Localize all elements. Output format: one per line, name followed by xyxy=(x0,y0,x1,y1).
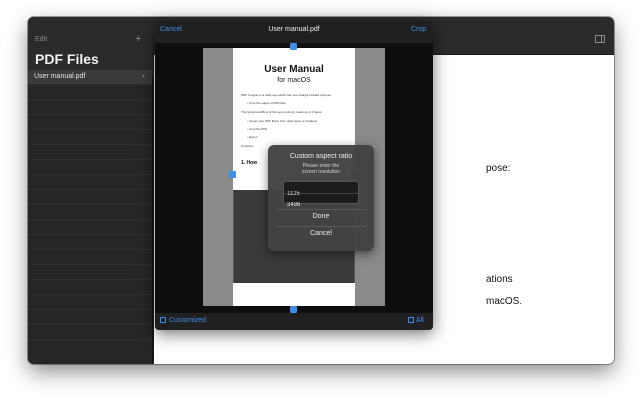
chevron-right-icon: › xyxy=(142,71,145,80)
height-field-wrap xyxy=(284,193,358,211)
sheet-footer: Customized All xyxy=(155,313,433,330)
dialog-message: Please enter the screen resolution xyxy=(268,163,374,175)
sidebar: Edit + PDF Files User manual.pdf › xyxy=(28,17,153,364)
crop-handle-left[interactable] xyxy=(229,171,236,178)
list-item xyxy=(28,145,152,160)
list-item xyxy=(28,325,152,340)
sidebar-item-user-manual[interactable]: User manual.pdf › xyxy=(28,70,152,85)
resolution-fields xyxy=(283,181,359,211)
list-item xyxy=(28,130,152,145)
crop-handle-top[interactable] xyxy=(290,43,297,50)
file-list: User manual.pdf › xyxy=(28,70,152,340)
edit-button[interactable]: Edit xyxy=(35,36,47,43)
sidebar-item-label: User manual.pdf xyxy=(34,73,86,80)
done-button[interactable]: Done xyxy=(268,213,374,220)
list-item xyxy=(28,100,152,115)
dialog-title: Custom aspect ratio xyxy=(289,153,353,160)
sidebar-title: PDF Files xyxy=(35,51,99,67)
list-item xyxy=(28,160,152,175)
add-file-button[interactable]: + xyxy=(135,33,141,45)
pages-icon xyxy=(408,317,414,323)
list-item xyxy=(28,115,152,130)
sheet-header: Cancel User manual.pdf Crop xyxy=(155,21,433,39)
doc-text-fragment: ations xyxy=(486,274,513,285)
list-item xyxy=(28,205,152,220)
list-item xyxy=(28,220,152,235)
list-item xyxy=(28,265,152,280)
sidebar-toggle-icon[interactable] xyxy=(595,35,605,45)
list-item xyxy=(28,85,152,100)
sheet-title: User manual.pdf xyxy=(268,26,320,33)
sidebar-header xyxy=(28,17,153,77)
list-item xyxy=(28,295,152,310)
dialog-divider xyxy=(276,209,366,210)
list-item xyxy=(28,250,152,265)
all-pages-button[interactable]: All xyxy=(408,317,424,324)
list-item xyxy=(28,310,152,325)
doc-text-fragment: macOS. xyxy=(486,296,523,307)
list-item xyxy=(28,175,152,190)
customized-ratio-button[interactable]: Customized xyxy=(160,317,206,324)
customized-label: Customized xyxy=(169,317,206,324)
dialog-divider xyxy=(276,226,366,227)
custom-aspect-ratio-dialog: Custom aspect ratio Please enter the scr… xyxy=(268,145,374,251)
all-label: All xyxy=(416,317,424,324)
list-item xyxy=(28,280,152,295)
dialog-cancel-button[interactable]: Cancel xyxy=(268,230,374,237)
list-item xyxy=(28,190,152,205)
crop-button[interactable]: Crop xyxy=(411,26,426,33)
list-item xyxy=(28,235,152,250)
doc-text-fragment: pose: xyxy=(486,163,511,174)
aspect-ratio-icon xyxy=(160,317,166,323)
crop-handle-bottom[interactable] xyxy=(290,306,297,313)
dialog-message-line: screen resolution xyxy=(301,169,341,175)
width-field-wrap xyxy=(284,182,358,200)
